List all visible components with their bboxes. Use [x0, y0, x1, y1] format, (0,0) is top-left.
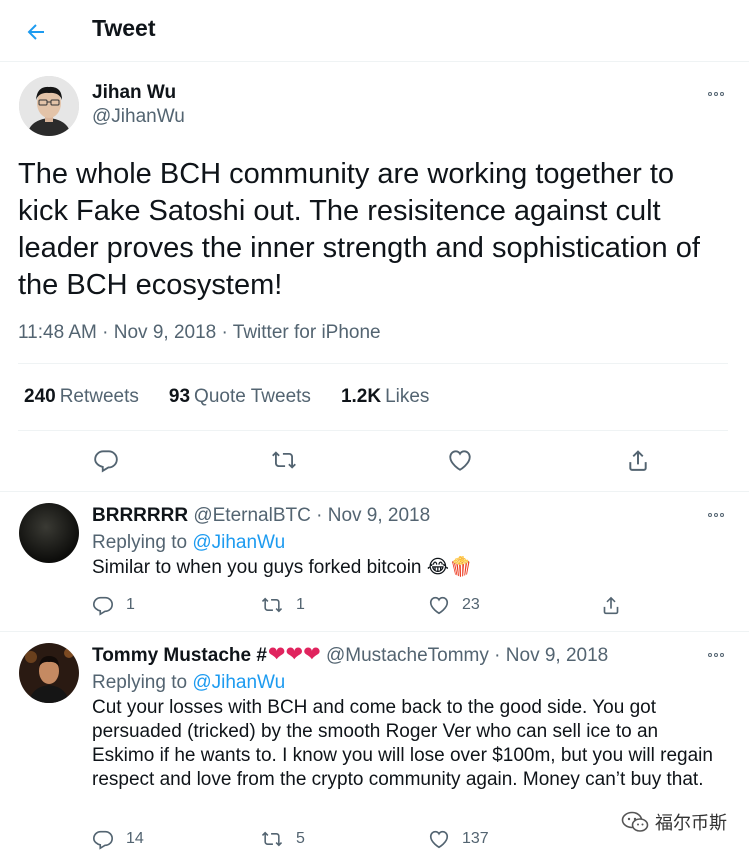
reply-author-name[interactable]: Tommy Mustache # — [92, 645, 267, 666]
meta-separator: · — [102, 322, 109, 343]
heart-icon — [429, 830, 449, 849]
like-button[interactable]: 23 — [428, 594, 480, 616]
wechat-icon — [621, 811, 649, 832]
avatar-image — [19, 76, 79, 136]
retweets-count: 240 — [24, 386, 56, 407]
reply-count: 1 — [126, 596, 135, 613]
author-name[interactable]: Jihan Wu — [92, 82, 176, 104]
likes-stat[interactable]: 1.2K Likes — [341, 386, 430, 408]
tweet-time[interactable]: 11:48 AM — [18, 322, 97, 343]
reply-button[interactable]: 14 — [92, 828, 144, 850]
reply-icon — [93, 830, 113, 850]
quotes-count: 93 — [168, 386, 191, 407]
more-options-icon[interactable] — [702, 645, 730, 665]
reply-actions: 14 5 137 — [92, 828, 652, 854]
replying-to-link[interactable]: @JihanWu — [192, 672, 285, 693]
replying-to-link[interactable]: @JihanWu — [192, 532, 285, 553]
avatar[interactable] — [19, 76, 79, 136]
page-title: Tweet — [92, 15, 156, 41]
quote-tweets-stat[interactable]: 93 Quote Tweets — [169, 386, 311, 408]
retweet-button[interactable]: 5 — [260, 828, 305, 850]
tweet-source[interactable]: Twitter for iPhone — [233, 322, 381, 343]
author-handle[interactable]: @JihanWu — [92, 106, 185, 128]
reply-count: 14 — [126, 830, 144, 847]
reply-date[interactable]: Nov 9, 2018 — [328, 505, 430, 526]
reply-text: Similar to when you guys forked bitcoin … — [92, 556, 722, 580]
main-tweet: Jihan Wu @JihanWu The whole BCH communit… — [0, 62, 749, 492]
top-bar: Tweet — [0, 0, 749, 62]
like-count: 137 — [462, 830, 489, 847]
reply-text: Cut your losses with BCH and come back t… — [92, 697, 713, 790]
emoji-laugh-popcorn: 😂🍿 — [426, 557, 473, 578]
reply-author-handle[interactable]: @EternalBTC — [193, 505, 311, 526]
reply-author-handle[interactable]: @MustacheTommy — [326, 645, 489, 666]
tweet-date[interactable]: Nov 9, 2018 — [114, 322, 216, 343]
replying-to: Replying to @JihanWu — [92, 532, 285, 554]
retweet-button[interactable] — [264, 440, 304, 480]
reply-button[interactable] — [86, 440, 126, 480]
back-button[interactable] — [18, 14, 54, 50]
watermark-text: 福尔币斯 — [655, 813, 727, 833]
reply-date[interactable]: Nov 9, 2018 — [506, 645, 608, 666]
more-options-icon[interactable] — [702, 84, 730, 104]
share-button[interactable] — [600, 594, 634, 616]
tweet-meta: 11:48 AM · Nov 9, 2018 · Twitter for iPh… — [18, 322, 381, 344]
reply-header: Tommy Mustache #❤❤❤ @MustacheTommy · Nov… — [92, 643, 608, 667]
retweet-icon — [261, 597, 283, 613]
header-separator: · — [494, 645, 501, 666]
retweets-stat[interactable]: 240 Retweets — [24, 386, 139, 408]
tweet-actions — [18, 437, 728, 487]
meta-separator: · — [221, 322, 228, 343]
reply-text-body: Similar to when you guys forked bitcoin — [92, 557, 422, 578]
heart-icon — [449, 450, 471, 471]
reply-tweet[interactable]: BRRRRRR @EternalBTC · Nov 9, 2018 Replyi… — [0, 492, 749, 632]
retweet-count: 5 — [296, 830, 305, 847]
back-arrow-icon — [27, 24, 44, 40]
reply-icon — [94, 450, 118, 473]
quotes-label: Quote Tweets — [194, 386, 311, 407]
replying-prefix: Replying to — [92, 672, 188, 693]
likes-count: 1.2K — [340, 386, 382, 407]
heart-emojis: ❤❤❤ — [267, 643, 321, 666]
share-button[interactable] — [618, 440, 658, 480]
avatar[interactable] — [19, 503, 79, 563]
likes-label: Likes — [385, 386, 430, 407]
avatar-image — [19, 643, 79, 703]
retweet-button[interactable]: 1 — [260, 594, 305, 616]
avatar[interactable] — [19, 643, 79, 703]
reply-header: BRRRRRR @EternalBTC · Nov 9, 2018 — [92, 505, 430, 527]
like-button[interactable]: 137 — [428, 828, 489, 850]
share-icon — [629, 450, 647, 471]
like-button[interactable] — [440, 440, 480, 480]
share-icon — [603, 596, 619, 615]
replying-to: Replying to @JihanWu — [92, 672, 285, 694]
more-options-icon[interactable] — [702, 505, 730, 525]
header-separator: · — [316, 505, 323, 526]
reply-icon — [93, 596, 113, 616]
like-count: 23 — [462, 596, 480, 613]
heart-icon — [429, 596, 449, 615]
retweet-icon — [261, 831, 283, 847]
replying-prefix: Replying to — [92, 532, 188, 553]
reply-author-name[interactable]: BRRRRRR — [92, 505, 188, 526]
watermark: 福尔币斯 — [621, 809, 727, 835]
retweet-icon — [272, 451, 296, 469]
reply-actions: 1 1 23 — [92, 594, 652, 620]
retweets-label: Retweets — [59, 386, 139, 407]
reply-button[interactable]: 1 — [92, 594, 135, 616]
retweet-count: 1 — [296, 596, 305, 613]
tweet-text: The whole BCH community are working toge… — [18, 158, 700, 301]
engagement-stats: 240 Retweets 93 Quote Tweets 1.2K Likes — [18, 363, 728, 431]
